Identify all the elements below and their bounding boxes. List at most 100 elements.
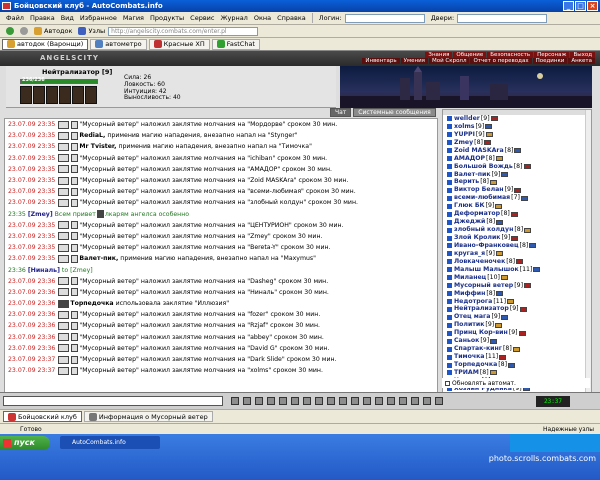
tab-system-messages[interactable]: Системные сообщения: [353, 108, 436, 117]
user-info-icon[interactable]: [512, 346, 520, 352]
user-info-icon[interactable]: [524, 227, 532, 233]
private-message-icon[interactable]: [447, 148, 452, 154]
message-timestamp[interactable]: 23.07.09 23:35: [8, 231, 55, 242]
menu-windows[interactable]: Окна: [251, 14, 274, 22]
window-tab-fight-club[interactable]: Бойцовский клуб: [3, 411, 82, 422]
message-timestamp[interactable]: 23.07.09 23:35: [8, 153, 55, 164]
private-message-icon[interactable]: [447, 235, 452, 241]
user-list-item[interactable]: Саньок [9]: [443, 337, 591, 345]
character-name[interactable]: Нейтрализатор [9]: [42, 68, 112, 76]
private-message-icon[interactable]: [447, 267, 452, 273]
user-list-item[interactable]: Тимочка [11]: [443, 353, 591, 361]
user-info-icon[interactable]: [499, 354, 507, 360]
private-message-icon[interactable]: [447, 283, 452, 289]
action-icon[interactable]: [303, 397, 311, 405]
private-message-icon[interactable]: [447, 354, 452, 360]
user-list-item[interactable]: Деформатор [8]: [443, 210, 591, 218]
menu-edit[interactable]: Правка: [27, 14, 58, 22]
action-icon[interactable]: [231, 397, 239, 405]
user-info-icon[interactable]: [511, 235, 519, 241]
user-info-icon[interactable]: [496, 219, 504, 225]
chat-log[interactable]: 23.07.09 23:35 "Мусорный ветер" наложил з…: [4, 118, 438, 405]
message-timestamp[interactable]: 23.07.09 23:35: [8, 220, 55, 231]
private-message-icon[interactable]: [447, 156, 452, 162]
user-info-icon[interactable]: [510, 211, 518, 217]
user-list-item[interactable]: xolms [9]: [443, 123, 591, 131]
private-message-icon[interactable]: [447, 172, 452, 178]
user-info-icon[interactable]: [523, 164, 531, 170]
menu-products[interactable]: Продукты: [147, 14, 187, 22]
equipment-slot[interactable]: [59, 86, 71, 104]
user-list-scrollbar[interactable]: [585, 110, 591, 404]
user-info-icon[interactable]: [485, 124, 493, 130]
user-info-icon[interactable]: [514, 187, 522, 193]
nodes-button[interactable]: Узлы: [75, 27, 108, 35]
user-list-item[interactable]: YUPPI [9]: [443, 131, 591, 139]
private-message-icon[interactable]: [447, 346, 452, 352]
user-list-item[interactable]: АМАДОР [8]: [443, 155, 591, 163]
message-author[interactable]: [Zmey]: [28, 209, 53, 220]
message-timestamp[interactable]: 23.07.09 23:35: [8, 164, 55, 175]
private-message-icon[interactable]: [447, 251, 452, 257]
menu-help[interactable]: Справка: [274, 14, 309, 22]
equipment-slot[interactable]: [72, 86, 84, 104]
message-author[interactable]: [Ниналь]: [28, 265, 60, 276]
user-info-icon[interactable]: [495, 322, 503, 328]
message-timestamp[interactable]: 23.07.09 23:37: [8, 365, 55, 376]
user-info-icon[interactable]: [520, 195, 528, 201]
private-message-icon[interactable]: [447, 179, 452, 185]
private-message-icon[interactable]: [447, 299, 452, 305]
user-list-item[interactable]: Валет-пик [9]: [443, 171, 591, 179]
user-info-icon[interactable]: [533, 267, 541, 273]
user-list-item[interactable]: Ловкаченочек [8]: [443, 258, 591, 266]
user-info-icon[interactable]: [529, 243, 537, 249]
user-info-icon[interactable]: [516, 259, 524, 265]
user-list-item[interactable]: Zoid MASKAra [8]: [443, 147, 591, 155]
message-author[interactable]: Торпедочка: [70, 298, 113, 309]
user-list-item[interactable]: Большой Вождь [8]: [443, 163, 591, 171]
user-list-item[interactable]: Джеджй [8]: [443, 218, 591, 226]
action-icon[interactable]: [435, 397, 443, 405]
message-author[interactable]: Mr Tvister,: [79, 141, 116, 152]
action-icon[interactable]: [291, 397, 299, 405]
user-list-item[interactable]: Торпедочка [8]: [443, 361, 591, 369]
user-info-icon[interactable]: [524, 283, 531, 289]
user-list-item[interactable]: Верить [8]: [443, 178, 591, 187]
private-message-icon[interactable]: [447, 195, 452, 201]
nav-link[interactable]: Умения: [400, 58, 428, 64]
user-list-item[interactable]: Миланец [10]: [443, 274, 591, 282]
message-timestamp[interactable]: 23.07.09 23:35: [8, 253, 55, 264]
action-icon[interactable]: [351, 397, 359, 405]
equipment-slot[interactable]: [33, 86, 45, 104]
user-info-icon[interactable]: [519, 306, 527, 312]
action-icon[interactable]: [255, 397, 263, 405]
user-list-item[interactable]: злобный колдун [8]: [443, 226, 591, 234]
nav-link[interactable]: Анкета: [568, 58, 595, 64]
action-icon[interactable]: [243, 397, 251, 405]
user-list-item[interactable]: Принц Кор-вин [9]: [443, 329, 591, 337]
user-info-icon[interactable]: [490, 116, 498, 122]
equipment-slot[interactable]: [46, 86, 58, 104]
tab-chat[interactable]: Чат: [330, 108, 352, 117]
close-button[interactable]: ×: [587, 1, 598, 11]
menu-journal[interactable]: Журнал: [217, 14, 250, 22]
user-info-icon[interactable]: [496, 291, 504, 297]
tab-fastchat[interactable]: FastChat: [211, 38, 260, 50]
action-icon[interactable]: [267, 397, 275, 405]
autodock-button[interactable]: Автодок: [31, 27, 75, 35]
user-list-item[interactable]: кругая_я [9]: [443, 250, 591, 258]
user-list-item[interactable]: Ивано-Франковец [8]: [443, 242, 591, 250]
message-timestamp[interactable]: 23.07.09 23:35: [8, 119, 55, 130]
user-list-item[interactable]: Zmey [8]: [443, 139, 591, 147]
private-message-icon[interactable]: [447, 291, 452, 297]
user-info-icon[interactable]: [495, 203, 503, 209]
nav-link[interactable]: Поединки: [532, 58, 568, 64]
back-button[interactable]: [3, 27, 17, 35]
private-message-icon[interactable]: [447, 187, 452, 193]
message-timestamp[interactable]: 23.07.09 23:36: [8, 298, 55, 309]
action-icon[interactable]: [363, 397, 371, 405]
private-message-icon[interactable]: [447, 314, 452, 320]
user-list-item[interactable]: ТРИАМ [8]: [443, 369, 591, 377]
user-list-item[interactable]: Малыш Малышок [11]: [443, 266, 591, 274]
door-field[interactable]: [457, 13, 548, 23]
